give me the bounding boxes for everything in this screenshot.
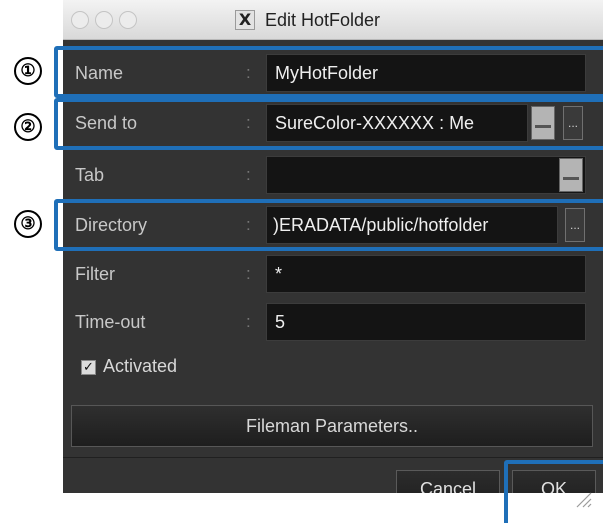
zoom-window-button[interactable] bbox=[119, 11, 137, 29]
filter-label: Filter bbox=[75, 264, 115, 284]
callout-number-2: ② bbox=[14, 113, 42, 141]
window-title: Edit HotFolder bbox=[265, 10, 381, 30]
button-divider bbox=[63, 457, 603, 458]
timeout-label: Time-out bbox=[75, 312, 146, 332]
tab-dropdown-button[interactable] bbox=[559, 158, 583, 192]
callout-number-3: ③ bbox=[14, 210, 42, 238]
dropdown-arrow-icon bbox=[563, 177, 579, 180]
callout-highlight-3 bbox=[54, 199, 603, 251]
title-bar: X Edit HotFolder bbox=[63, 0, 603, 40]
resize-grip-icon[interactable] bbox=[571, 487, 593, 509]
tab-separator: : bbox=[246, 165, 251, 184]
callout-highlight-2 bbox=[54, 98, 603, 150]
timeout-value: 5 bbox=[275, 312, 286, 332]
timeout-input[interactable]: 5 bbox=[266, 303, 586, 341]
filter-input[interactable]: * bbox=[266, 255, 586, 293]
tab-select[interactable] bbox=[266, 156, 586, 194]
app-icon: X bbox=[235, 10, 255, 30]
activated-checkbox[interactable]: ✓ bbox=[81, 360, 96, 375]
callout-number-1: ① bbox=[14, 57, 42, 85]
timeout-separator: : bbox=[246, 312, 251, 331]
activated-label[interactable]: Activated bbox=[103, 356, 177, 376]
callout-highlight-1 bbox=[54, 46, 603, 98]
filter-value: * bbox=[275, 264, 283, 284]
filter-separator: : bbox=[246, 264, 251, 283]
cancel-button[interactable]: Cancel bbox=[396, 470, 500, 493]
close-window-button[interactable] bbox=[71, 11, 89, 29]
minimize-window-button[interactable] bbox=[95, 11, 113, 29]
tab-label: Tab bbox=[75, 165, 105, 185]
fileman-parameters-button[interactable]: Fileman Parameters.. bbox=[71, 405, 593, 447]
